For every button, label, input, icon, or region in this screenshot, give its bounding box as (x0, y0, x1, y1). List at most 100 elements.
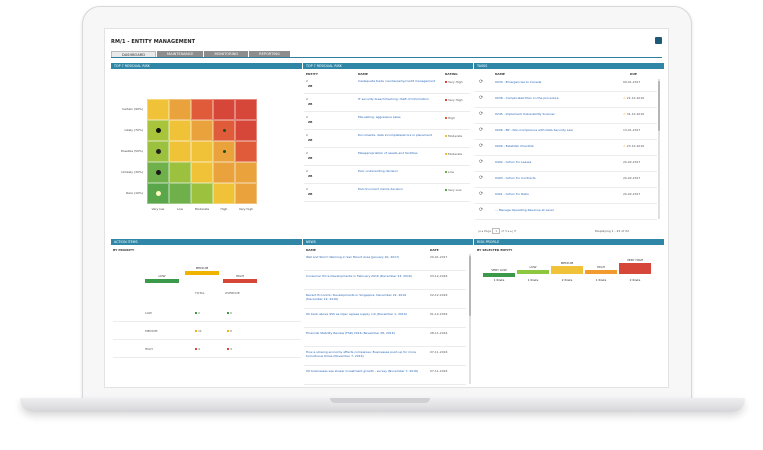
action-overdue-value[interactable]: 3 (230, 347, 232, 351)
priority-square-icon (227, 348, 229, 350)
heatmap-cell[interactable] (191, 99, 213, 120)
warning-icon: ⚠ (623, 112, 626, 116)
residual-row-name[interactable]: Documents, data incomplete/errors in pla… (358, 133, 438, 137)
task-status-icon[interactable]: ⟳ (479, 143, 483, 149)
heatmap-cell[interactable] (191, 120, 213, 141)
action-overdue-value[interactable]: 0 (230, 329, 232, 333)
pager-controls[interactable]: |◂ ◂ Page 1 of 3 ▸ ▸| ⟳ (478, 228, 517, 234)
heatmap-cell[interactable] (191, 183, 213, 204)
residual-row-entity: ZB (308, 102, 313, 106)
risk-dot[interactable] (155, 149, 161, 154)
residual-row-name[interactable]: Poor/incorrect claims decision (358, 187, 438, 191)
heatmap-cell[interactable] (191, 162, 213, 183)
heatmap-cell[interactable] (213, 162, 235, 183)
risk-dot[interactable] (155, 170, 161, 175)
news-title[interactable]: Wet and Storm Warning in San Mount Area … (306, 255, 421, 259)
task-name[interactable]: 0030 - Emergencies to Canada (495, 80, 541, 84)
risk-profile-bar[interactable] (619, 263, 651, 274)
residual-row-name[interactable]: Misappropriation of assets and facilitie… (358, 151, 438, 155)
risk-profile-bar[interactable] (551, 266, 583, 274)
task-status-icon[interactable]: ⟳ (479, 95, 483, 101)
priority-square-icon (227, 330, 229, 332)
task-name[interactable]: 0009 - Establish Checklist (495, 144, 534, 148)
task-status-icon[interactable]: ⟳ (479, 127, 483, 133)
heatmap-cell[interactable] (235, 183, 257, 204)
heatmap-cell[interactable] (213, 99, 235, 120)
task-name[interactable]: ... Manage Operating Revenue at Level (495, 208, 554, 212)
risk-profile-bar[interactable] (585, 270, 617, 274)
task-due: ⚠23-12-2016 (623, 144, 644, 148)
heatmap-cell[interactable] (235, 162, 257, 183)
heatmap-cell[interactable] (147, 120, 169, 141)
news-title[interactable]: UK businesses see slower investment grow… (306, 369, 421, 373)
action-total[interactable]: 4 (195, 347, 200, 351)
pager-last-icon[interactable]: ▸| (510, 229, 513, 233)
task-status-icon[interactable]: ⟳ (479, 207, 483, 213)
heatmap-cell[interactable] (213, 120, 235, 141)
heatmap-cell[interactable] (147, 183, 169, 204)
risk-dot[interactable] (222, 129, 226, 132)
risk-dot[interactable] (155, 191, 161, 196)
news-title[interactable]: Financial Stability Review (FSR) 2016 (N… (306, 331, 421, 335)
residual-row-name[interactable]: Poor underwriting decision (358, 169, 438, 173)
action-overdue[interactable]: 0 (227, 329, 232, 333)
heatmap-cell[interactable] (169, 183, 191, 204)
heatmap-cell[interactable] (235, 99, 257, 120)
menu-icon[interactable] (655, 37, 662, 44)
news-title[interactable]: Oil back above $50 as Opec agrees supply… (306, 312, 421, 316)
action-overdue-value[interactable]: 0 (230, 311, 232, 315)
task-status-icon[interactable]: ⟳ (479, 175, 483, 181)
heatmap-cell[interactable] (147, 99, 169, 120)
heatmap-cell[interactable] (235, 120, 257, 141)
legend-bar (185, 271, 219, 275)
task-name[interactable]: 0401 - Action for Risks (495, 192, 529, 196)
action-overdue[interactable]: 3 (227, 347, 232, 351)
heatmap-cell[interactable] (147, 162, 169, 183)
news-title[interactable]: How a slowing economy affects companies:… (306, 350, 421, 358)
heatmap-cell[interactable] (213, 183, 235, 204)
residual-row-name[interactable]: Inadequate trade counterparty/credit man… (358, 79, 438, 83)
tasks-scrollbar-thumb[interactable] (658, 81, 660, 131)
pager-page-input[interactable]: 1 (492, 228, 501, 234)
task-status-icon[interactable]: ⟳ (479, 159, 483, 165)
task-name[interactable]: 0038 - Complicated Plan on the procedure (495, 96, 559, 100)
action-total-value[interactable]: 2 (198, 311, 200, 315)
action-total-value[interactable]: 4 (198, 347, 200, 351)
action-total[interactable]: 11 (195, 329, 202, 333)
task-name[interactable]: 0006 - BP - Non-Compliance with Data Sec… (495, 128, 573, 132)
risk-dot[interactable] (155, 128, 161, 133)
heatmap-cell[interactable] (191, 141, 213, 162)
heatmap-cell[interactable] (235, 141, 257, 162)
pager-refresh-icon[interactable]: ⟳ (514, 229, 517, 233)
task-name[interactable]: 0403 - Action for Contracts (495, 176, 536, 180)
action-overdue[interactable]: 0 (227, 311, 232, 315)
heatmap-cell[interactable] (213, 141, 235, 162)
heatmap-cell[interactable] (147, 141, 169, 162)
risk-profile-bar[interactable] (517, 270, 549, 274)
heatmap-cell[interactable] (169, 99, 191, 120)
news-title[interactable]: Consumer Price Developments in February … (306, 274, 421, 278)
row-divider (113, 357, 301, 358)
risk-dot[interactable] (222, 150, 226, 153)
action-total[interactable]: 2 (195, 311, 200, 315)
task-status-icon[interactable]: ⟳ (479, 191, 483, 197)
task-status-icon[interactable]: ⟳ (479, 79, 483, 85)
risk-profile-bar[interactable] (483, 273, 515, 277)
heatmap-cell[interactable] (169, 141, 191, 162)
pager-first-icon[interactable]: |◂ (478, 229, 481, 233)
task-status-icon[interactable]: ⟳ (479, 111, 483, 117)
heatmap-cell[interactable] (169, 120, 191, 141)
pager-prev-icon[interactable]: ◂ (482, 229, 484, 233)
heatmap-cell[interactable] (169, 162, 191, 183)
row-divider (304, 183, 470, 184)
task-due-date: 20-02-2017 (623, 176, 641, 180)
news-scrollbar-thumb[interactable] (469, 256, 471, 316)
news-title[interactable]: Recent Economic Developments in Singapor… (306, 293, 421, 301)
col-task-due: DUE (630, 72, 637, 76)
action-total-value[interactable]: 11 (198, 329, 202, 333)
task-name[interactable]: 0245 - Implement Vulnerability Scanner (495, 112, 555, 116)
residual-row-name[interactable]: IT security breach/hacking, theft of inf… (358, 97, 438, 101)
row-divider (304, 165, 470, 166)
task-name[interactable]: 0402 - Action for Leases (495, 160, 531, 164)
residual-row-name[interactable]: Mis-selling, aggressive sales (358, 115, 438, 119)
